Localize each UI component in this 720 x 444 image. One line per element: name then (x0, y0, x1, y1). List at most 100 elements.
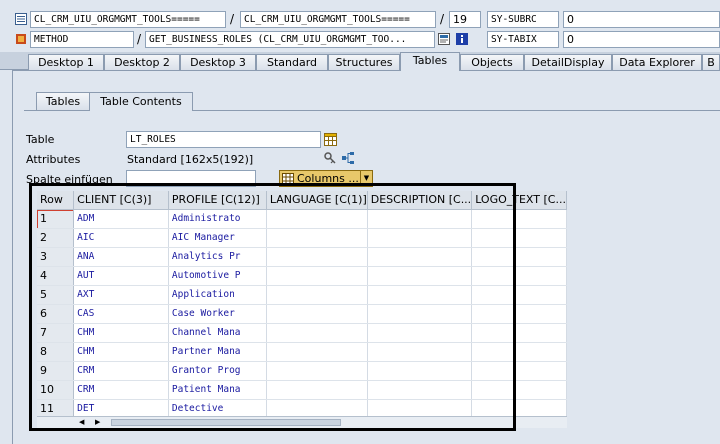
description-cell[interactable] (367, 304, 473, 324)
table-row[interactable]: 4 AUT Automotive P (37, 266, 567, 286)
table-row[interactable]: 8 CHM Partner Mana (37, 342, 567, 362)
profile-cell[interactable]: Patient Mana (168, 380, 267, 400)
profile-cell[interactable]: Channel Mana (168, 323, 267, 343)
profile-cell[interactable]: Administrato (168, 209, 267, 229)
table-row[interactable]: 7 CHM Channel Mana (37, 323, 567, 343)
profile-cell[interactable]: Partner Mana (168, 342, 267, 362)
tab-desktop-1[interactable]: Desktop 1 (28, 54, 104, 70)
tab-objects[interactable]: Objects (460, 54, 524, 70)
tab-structures[interactable]: Structures (328, 54, 400, 70)
description-cell[interactable] (367, 361, 473, 381)
program-field-1[interactable]: CL_CRM_UIU_ORGMGMT_TOOLS===== (30, 11, 226, 28)
tab-more[interactable]: B (702, 54, 720, 70)
profile-cell[interactable]: Automotive P (168, 266, 267, 286)
row-number-cell[interactable]: 6 (37, 304, 75, 324)
column-header-description[interactable]: DESCRIPTION [C... (367, 191, 473, 210)
row-number-cell[interactable]: 3 (37, 247, 75, 267)
column-header-language[interactable]: LANGUAGE [C(1)] (266, 191, 368, 210)
client-cell[interactable]: CHM (73, 323, 169, 343)
scroll-right-icon[interactable]: ▶ (95, 417, 100, 428)
logo-text-cell[interactable] (471, 228, 567, 248)
description-cell[interactable] (367, 323, 473, 343)
row-number-cell[interactable]: 10 (37, 380, 75, 400)
logo-text-cell[interactable] (471, 361, 567, 381)
edit-icon[interactable] (438, 33, 450, 45)
logo-text-cell[interactable] (471, 342, 567, 362)
language-cell[interactable] (266, 380, 368, 400)
profile-cell[interactable]: Application (168, 285, 267, 305)
description-cell[interactable] (367, 209, 473, 229)
row-number-cell[interactable]: 4 (37, 266, 75, 286)
sysvar-name-field-2[interactable]: SY-TABIX (487, 31, 559, 48)
logo-text-cell[interactable] (471, 399, 567, 416)
profile-cell[interactable]: Grantor Prog (168, 361, 267, 381)
column-header-profile[interactable]: PROFILE [C(12)] (168, 191, 267, 210)
client-cell[interactable]: CRM (73, 380, 169, 400)
logo-text-cell[interactable] (471, 247, 567, 267)
method-name-field[interactable]: GET_BUSINESS_ROLES (CL_CRM_UIU_ORGMGMT_T… (145, 31, 435, 48)
language-cell[interactable] (266, 361, 368, 381)
client-cell[interactable]: CRM (73, 361, 169, 381)
sysvar-value-field[interactable]: 0 (563, 11, 720, 28)
client-cell[interactable]: AXT (73, 285, 169, 305)
logo-text-cell[interactable] (471, 323, 567, 343)
language-cell[interactable] (266, 247, 368, 267)
client-cell[interactable]: ADM (73, 209, 169, 229)
description-cell[interactable] (367, 285, 473, 305)
table-row[interactable]: 3 ANA Analytics Pr (37, 247, 567, 267)
chevron-down-icon[interactable]: ▼ (360, 171, 372, 186)
description-cell[interactable] (367, 380, 473, 400)
line-number-field[interactable]: 19 (449, 11, 481, 28)
tab-data-explorer[interactable]: Data Explorer (612, 54, 702, 70)
tab-desktop-2[interactable]: Desktop 2 (104, 54, 180, 70)
profile-cell[interactable]: Analytics Pr (168, 247, 267, 267)
table-row[interactable]: 6 CAS Case Worker (37, 304, 567, 324)
column-header-logo-text[interactable]: LOGO_TEXT [C... (471, 191, 567, 210)
profile-cell[interactable]: AIC Manager (168, 228, 267, 248)
row-number-cell[interactable]: 2 (37, 228, 75, 248)
tab-tables[interactable]: Tables (400, 52, 460, 71)
profile-cell[interactable]: Detective (168, 399, 267, 416)
sysvar-name-field[interactable]: SY-SUBRC (487, 11, 559, 28)
language-cell[interactable] (266, 399, 368, 416)
description-cell[interactable] (367, 266, 473, 286)
logo-text-cell[interactable] (471, 304, 567, 324)
row-number-cell[interactable]: 8 (37, 342, 75, 362)
sysvar-value-field-2[interactable]: 0 (563, 31, 720, 48)
description-cell[interactable] (367, 399, 473, 416)
tab-detail-display[interactable]: DetailDisplay (524, 54, 612, 70)
table-name-input[interactable]: LT_ROLES (126, 131, 321, 148)
subtab-tables[interactable]: Tables (36, 92, 90, 110)
language-cell[interactable] (266, 209, 368, 229)
table-row[interactable]: 2 AIC AIC Manager (37, 228, 567, 248)
language-cell[interactable] (266, 266, 368, 286)
client-cell[interactable]: AIC (73, 228, 169, 248)
table-row[interactable]: 9 CRM Grantor Prog (37, 361, 567, 381)
client-cell[interactable]: CHM (73, 342, 169, 362)
row-number-cell[interactable]: 11 (37, 399, 75, 416)
table-row[interactable]: 10 CRM Patient Mana (37, 380, 567, 400)
program-field-2[interactable]: CL_CRM_UIU_ORGMGMT_TOOLS===== (240, 11, 436, 28)
tab-desktop-3[interactable]: Desktop 3 (180, 54, 256, 70)
table-row[interactable]: 5 AXT Application (37, 285, 567, 305)
language-cell[interactable] (266, 304, 368, 324)
client-cell[interactable]: DET (73, 399, 169, 416)
language-cell[interactable] (266, 323, 368, 343)
logo-text-cell[interactable] (471, 285, 567, 305)
hierarchy-icon[interactable] (342, 152, 354, 164)
table-row[interactable]: 11 DET Detective (37, 399, 567, 416)
horizontal-scrollbar[interactable]: ◀ ▶ (37, 416, 567, 428)
tab-standard[interactable]: Standard (256, 54, 328, 70)
columns-button[interactable]: Columns ... ▼ (279, 170, 373, 187)
language-cell[interactable] (266, 228, 368, 248)
language-cell[interactable] (266, 342, 368, 362)
insert-column-input[interactable] (126, 170, 256, 187)
key-icon[interactable] (324, 152, 336, 164)
scroll-thumb[interactable] (111, 419, 341, 426)
client-cell[interactable]: CAS (73, 304, 169, 324)
object-type-field[interactable]: METHOD (30, 31, 134, 48)
description-cell[interactable] (367, 247, 473, 267)
client-cell[interactable]: ANA (73, 247, 169, 267)
column-header-row[interactable]: Row (37, 191, 75, 210)
column-header-client[interactable]: CLIENT [C(3)] (73, 191, 169, 210)
